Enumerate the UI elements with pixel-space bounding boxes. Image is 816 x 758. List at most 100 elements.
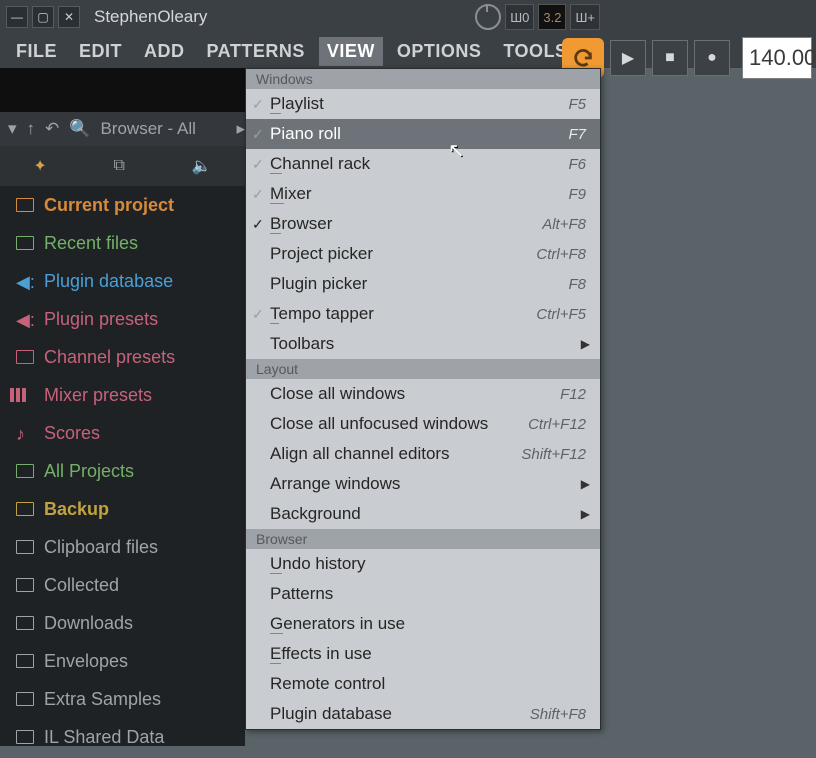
menu-item-plugin-database[interactable]: Plugin databaseShift+F8 — [246, 699, 600, 729]
browser-item-envelopes[interactable]: Envelopes — [0, 642, 245, 680]
chevron-right-icon: ▶ — [581, 337, 590, 351]
menu-item-project-picker[interactable]: Project pickerCtrl+F8 — [246, 239, 600, 269]
menu-item-shortcut: Alt+F8 — [542, 216, 586, 233]
menu-item-playlist[interactable]: ✓PlaylistF5 — [246, 89, 600, 119]
browser-item-channel-presets[interactable]: Channel presets — [0, 338, 245, 376]
folder-icon — [16, 652, 34, 670]
menu-item-channel-rack[interactable]: ✓Channel rackF6 — [246, 149, 600, 179]
folder-icon — [16, 462, 34, 480]
stop-button[interactable]: ■ — [652, 40, 688, 76]
menu-item-effects-in-use[interactable]: Effects in use — [246, 639, 600, 669]
menu-edit[interactable]: EDIT — [71, 37, 130, 66]
menu-item-label: Patterns — [270, 584, 600, 604]
browser-header[interactable]: ▾ ↑ ↶ 🔍 Browser - All ▸ — [0, 112, 253, 146]
collapse-icon[interactable]: ▾ — [8, 119, 17, 139]
browser-item-clipboard-files[interactable]: Clipboard files — [0, 528, 245, 566]
search-icon[interactable]: 🔍 — [69, 119, 90, 139]
menu-item-patterns[interactable]: Patterns — [246, 579, 600, 609]
close-button[interactable]: ✕ — [58, 6, 80, 28]
browser-item-label: Downloads — [44, 613, 133, 634]
menu-item-shortcut: F12 — [560, 386, 586, 403]
browser-item-collected[interactable]: Collected — [0, 566, 245, 604]
menu-item-shortcut: F9 — [568, 186, 586, 203]
menu-item-label: Align all channel editors — [270, 444, 521, 464]
pattern-display[interactable]: 3.2 — [538, 4, 566, 30]
menu-item-close-all-unfocused-windows[interactable]: Close all unfocused windowsCtrl+F12 — [246, 409, 600, 439]
chevron-right-icon[interactable]: ▸ — [236, 119, 245, 139]
menu-item-label: Close all windows — [270, 384, 560, 404]
menu-item-label: Channel rack — [270, 154, 568, 174]
snap-mode[interactable]: Ш0 — [505, 4, 534, 30]
minimize-button[interactable]: — — [6, 6, 28, 28]
restore-button[interactable]: ▢ — [32, 6, 54, 28]
browser-item-recent-files[interactable]: Recent files — [0, 224, 245, 262]
menu-item-mixer[interactable]: ✓MixerF9 — [246, 179, 600, 209]
menu-item-label: Arrange windows — [270, 474, 600, 494]
menu-section-windows: Windows — [246, 69, 600, 89]
menu-item-shortcut: Shift+F12 — [521, 446, 586, 463]
browser-item-scores[interactable]: ♪ Scores — [0, 414, 245, 452]
mute-icon[interactable]: 🔈 — [192, 156, 212, 176]
menu-item-generators-in-use[interactable]: Generators in use — [246, 609, 600, 639]
sliders-icon — [16, 386, 34, 404]
menu-item-browser[interactable]: ✓ BrowserAlt+F8 — [246, 209, 600, 239]
menu-item-piano-roll[interactable]: ✓Piano rollF7 — [246, 119, 600, 149]
browser-item-plugin-database[interactable]: ◀:Plugin database — [0, 262, 245, 300]
check-icon: ✓ — [252, 126, 264, 143]
menu-view[interactable]: VIEW — [319, 37, 383, 66]
check-icon: ✓ — [252, 96, 264, 113]
up-icon[interactable]: ↑ — [27, 119, 36, 139]
menu-options[interactable]: OPTIONS — [389, 37, 490, 66]
menu-item-shortcut: Shift+F8 — [530, 706, 586, 723]
browser-item-current-project[interactable]: Current project — [0, 186, 245, 224]
menu-section-layout: Layout — [246, 359, 600, 379]
menu-item-label: Remote control — [270, 674, 600, 694]
menu-item-shortcut: F7 — [568, 126, 586, 143]
browser-item-il-shared-data[interactable]: IL Shared Data — [0, 718, 245, 746]
menu-item-close-all-windows[interactable]: Close all windowsF12 — [246, 379, 600, 409]
master-pitch-knob[interactable] — [475, 4, 501, 30]
menu-file[interactable]: FILE — [8, 37, 65, 66]
browser-item-downloads[interactable]: Downloads — [0, 604, 245, 642]
copy-icon[interactable]: ⧉ — [114, 157, 125, 175]
record-button[interactable]: ● — [694, 40, 730, 76]
menu-patterns[interactable]: PATTERNS — [199, 37, 313, 66]
folder-icon — [16, 234, 34, 252]
menu-item-toolbars[interactable]: Toolbars▶ — [246, 329, 600, 359]
browser-item-extra-samples[interactable]: Extra Samples — [0, 680, 245, 718]
menu-item-label: Browser — [270, 214, 542, 234]
menu-item-undo-history[interactable]: Undo history — [246, 549, 600, 579]
browser-item-all-projects[interactable]: All Projects — [0, 452, 245, 490]
folder-icon — [16, 614, 34, 632]
browser-item-label: Recent files — [44, 233, 138, 254]
folder-icon — [16, 728, 34, 746]
snap-mode-2[interactable]: Ш+ — [570, 4, 600, 30]
menu-item-align-all-channel-editors[interactable]: Align all channel editorsShift+F12 — [246, 439, 600, 469]
folder-icon — [16, 196, 34, 214]
browser-item-label: Collected — [44, 575, 119, 596]
browser-toolbar: ✦ ⧉ 🔈 — [0, 146, 245, 186]
menu-item-tempo-tapper[interactable]: ✓Tempo tapperCtrl+F5 — [246, 299, 600, 329]
browser-item-mixer-presets[interactable]: Mixer presets — [0, 376, 245, 414]
check-icon: ✓ — [252, 216, 264, 233]
browser-item-label: Current project — [44, 195, 174, 216]
back-icon[interactable]: ↶ — [45, 119, 59, 139]
browser-item-plugin-presets[interactable]: ◀:Plugin presets — [0, 300, 245, 338]
tempo-display[interactable]: 140.00 — [742, 37, 812, 79]
play-button[interactable]: ▶ — [610, 40, 646, 76]
menu-add[interactable]: ADD — [136, 37, 193, 66]
menu-item-shortcut: F6 — [568, 156, 586, 173]
menu-item-background[interactable]: Background▶ — [246, 499, 600, 529]
browser-item-backup[interactable]: Backup — [0, 490, 245, 528]
note-icon: ♪ — [16, 424, 34, 442]
menu-item-remote-control[interactable]: Remote control — [246, 669, 600, 699]
menu-section-browser: Browser — [246, 529, 600, 549]
menu-item-shortcut: Ctrl+F12 — [528, 416, 586, 433]
browser-item-label: Scores — [44, 423, 100, 444]
menu-item-plugin-picker[interactable]: Plugin pickerF8 — [246, 269, 600, 299]
star-icon[interactable]: ✦ — [33, 156, 46, 176]
menu-item-arrange-windows[interactable]: Arrange windows▶ — [246, 469, 600, 499]
folder-icon — [16, 690, 34, 708]
browser-item-label: Clipboard files — [44, 537, 158, 558]
folder-icon — [16, 538, 34, 556]
